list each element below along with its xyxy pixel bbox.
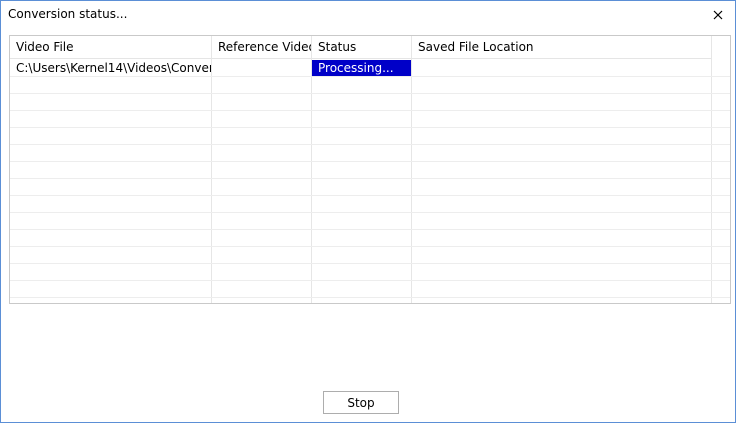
row-divider bbox=[10, 144, 730, 145]
row-divider bbox=[10, 280, 730, 281]
row-divider bbox=[10, 263, 730, 264]
stop-button[interactable]: Stop bbox=[323, 391, 399, 414]
conversion-list[interactable]: Video File Reference Video... Status Sav… bbox=[9, 35, 731, 304]
row-divider bbox=[10, 178, 730, 179]
table-row-status[interactable]: Processing... bbox=[312, 60, 411, 76]
row-divider bbox=[10, 229, 730, 230]
close-icon bbox=[713, 10, 723, 20]
column-header-reference-video[interactable]: Reference Video... bbox=[212, 36, 312, 59]
row-divider bbox=[10, 297, 730, 298]
column-header-video-file[interactable]: Video File bbox=[10, 36, 212, 59]
row-divider bbox=[10, 161, 730, 162]
row-divider bbox=[10, 76, 730, 77]
close-button[interactable] bbox=[707, 4, 729, 26]
row-divider bbox=[10, 127, 730, 128]
row-divider bbox=[10, 246, 730, 247]
conversion-status-dialog: Conversion status... Video File Referenc… bbox=[0, 0, 736, 423]
row-divider bbox=[10, 110, 730, 111]
table-row-reference-video[interactable] bbox=[212, 60, 311, 76]
dialog-title: Conversion status... bbox=[8, 7, 128, 21]
table-row-saved-location[interactable] bbox=[412, 60, 711, 76]
row-divider bbox=[10, 212, 730, 213]
table-row-video-file[interactable]: C:\Users\Kernel14\Videos\Converted... bbox=[10, 60, 211, 76]
row-divider bbox=[10, 93, 730, 94]
column-header-saved-location[interactable]: Saved File Location bbox=[412, 36, 712, 59]
row-divider bbox=[10, 195, 730, 196]
column-header-status[interactable]: Status bbox=[312, 36, 412, 59]
